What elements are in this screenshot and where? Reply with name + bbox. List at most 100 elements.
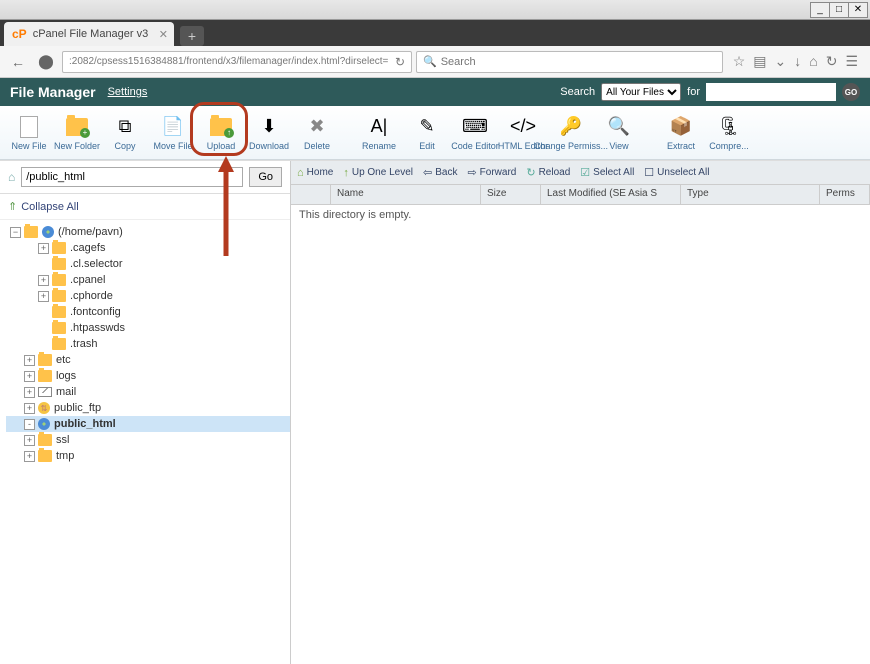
ft-up-button[interactable]: ↑Up One Level [343,167,413,179]
expander-icon[interactable] [38,307,49,318]
path-input[interactable] [21,167,243,187]
window-minimize-button[interactable]: _ [810,2,830,18]
menu-icon[interactable]: ☰ [845,53,858,70]
compress-button[interactable]: 🗜Compre... [706,113,752,153]
tab-close-icon[interactable]: ✕ [159,28,168,41]
tree-label: .htpasswds [70,322,125,334]
change-permissions-button[interactable]: 🔑Change Permiss... [548,113,594,153]
new-folder-button[interactable]: +New Folder [54,113,100,153]
expander-icon[interactable] [38,259,49,270]
reader-icon[interactable]: ▤ [753,53,766,70]
ft-home-button[interactable]: ⌂Home [297,167,333,179]
action-toolbar: New File +New Folder ⧉Copy 📄Move File ↑U… [0,106,870,160]
col-size-header[interactable]: Size [481,185,541,204]
download-icon[interactable]: ↓ [794,53,801,70]
expander-icon[interactable]: + [38,243,49,254]
expander-icon[interactable]: + [24,435,35,446]
window-maximize-button[interactable]: □ [829,2,849,18]
ft-back-button[interactable]: ⇦Back [423,166,457,179]
folder-icon [38,434,52,446]
upload-button[interactable]: ↑Upload [198,113,244,153]
col-name-header[interactable]: Name [331,185,481,204]
col-icon-header[interactable] [291,185,331,204]
home-mini-icon[interactable]: ⌂ [8,170,15,184]
expander-icon[interactable]: - [24,419,35,430]
browser-tab-bar: cP cPanel File Manager v3 ✕ + [0,20,870,46]
expander-icon[interactable] [38,323,49,334]
tree-node-publicftp[interactable]: +⇅public_ftp [6,400,290,416]
ft-unselect-all-button[interactable]: ☐Unselect All [644,166,709,179]
search-go-button[interactable]: GO [842,83,860,101]
browser-search-input[interactable] [441,56,716,68]
tree-label: ssl [56,434,69,446]
search-text-input[interactable] [706,83,836,101]
folder-tree: − (/home/pavn) +.cagefs.cl.selector+.cpa… [0,220,290,664]
extract-button[interactable]: 📦Extract [658,113,704,153]
view-button[interactable]: 🔍View [596,113,642,153]
pocket-icon[interactable]: ⌄ [775,53,787,70]
reload-icon[interactable]: ↻ [395,55,405,69]
bookmark-icon[interactable]: ☆ [733,53,746,70]
delete-button[interactable]: ✖Delete [294,113,340,153]
new-tab-button[interactable]: + [180,26,204,46]
tree-label: mail [56,386,76,398]
nav-back-button[interactable]: ← [6,50,30,74]
tree-node-tmp[interactable]: +tmp [6,448,290,464]
tree-node-mail[interactable]: + mail [6,384,290,400]
globe-icon[interactable]: ⬤ [34,50,58,74]
tree-label: .fontconfig [70,306,121,318]
file-list-header: Name Size Last Modified (SE Asia S Type … [291,185,870,205]
file-list: This directory is empty. [291,205,870,664]
col-modified-header[interactable]: Last Modified (SE Asia S [541,185,681,204]
ft-select-all-button[interactable]: ☑Select All [580,166,634,179]
tree-node-logs[interactable]: +logs [6,368,290,384]
window-titlebar: _ □ ✕ [0,0,870,20]
expander-icon[interactable]: + [24,403,35,414]
rename-button[interactable]: A|Rename [356,113,402,153]
new-file-button[interactable]: New File [6,113,52,153]
tree-node-trash[interactable]: .trash [6,336,290,352]
folder-icon [38,450,52,462]
browser-search-bar[interactable]: 🔍 [416,51,723,73]
settings-link[interactable]: Settings [108,86,148,98]
copy-button[interactable]: ⧉Copy [102,113,148,153]
tree-node-ssl[interactable]: + ssl [6,432,290,448]
tree-node-htpasswds[interactable]: .htpasswds [6,320,290,336]
edit-button[interactable]: ✎Edit [404,113,450,153]
tree-node-cphorde[interactable]: +.cphorde [6,288,290,304]
folder-icon [24,226,38,238]
path-go-button[interactable]: Go [249,167,282,187]
tree-node-etc[interactable]: +etc [6,352,290,368]
expander-icon[interactable] [38,339,49,350]
expander-icon[interactable]: + [24,387,35,398]
expander-icon[interactable]: + [24,355,35,366]
sync-icon[interactable]: ↻ [826,53,838,70]
folder-icon [52,242,66,254]
tree-node-cagefs[interactable]: +.cagefs [6,240,290,256]
home-icon[interactable]: ⌂ [809,53,817,70]
expander-icon[interactable]: + [24,451,35,462]
tree-node-cpanel[interactable]: +.cpanel [6,272,290,288]
col-perms-header[interactable]: Perms [820,185,870,204]
ft-reload-button[interactable]: ↻Reload [526,166,570,179]
search-scope-select[interactable]: All Your Files [601,83,681,101]
window-close-button[interactable]: ✕ [848,2,868,18]
tree-node-clselector[interactable]: .cl.selector [6,256,290,272]
code-editor-button[interactable]: ⌨Code Editor [452,113,498,153]
tree-root[interactable]: − (/home/pavn) [6,224,290,240]
download-button[interactable]: ⬇Download [246,113,292,153]
tree-node-fontconfig[interactable]: .fontconfig [6,304,290,320]
expander-icon[interactable]: − [10,227,21,238]
folder-icon [38,354,52,366]
tree-node-publichtml[interactable]: -public_html [6,416,290,432]
expander-icon[interactable]: + [38,291,49,302]
move-file-button[interactable]: 📄Move File [150,113,196,153]
ft-forward-button[interactable]: ⇨Forward [467,166,516,179]
tab-title: cPanel File Manager v3 [33,28,149,40]
expander-icon[interactable]: + [38,275,49,286]
col-type-header[interactable]: Type [681,185,820,204]
url-bar[interactable]: :2082/cpsess1516384881/frontend/x3/filem… [62,51,412,73]
collapse-all-link[interactable]: Collapse All [0,194,290,220]
expander-icon[interactable]: + [24,371,35,382]
browser-tab[interactable]: cP cPanel File Manager v3 ✕ [4,22,174,46]
